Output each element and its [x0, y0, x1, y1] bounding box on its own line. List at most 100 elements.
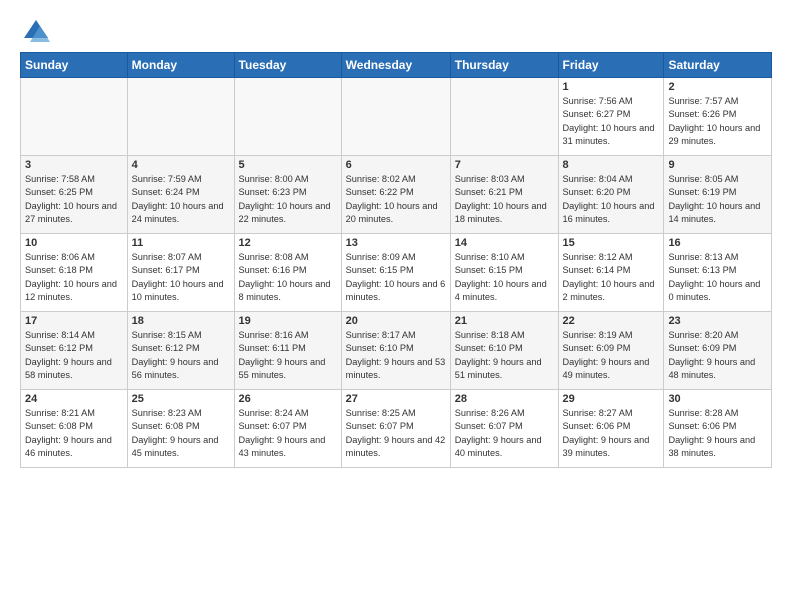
- day-cell: 5 Sunrise: 8:00 AM Sunset: 6:23 PM Daylig…: [234, 156, 341, 234]
- day-info: Sunrise: 8:23 AM Sunset: 6:08 PM Dayligh…: [132, 407, 230, 460]
- day-cell: 14 Sunrise: 8:10 AM Sunset: 6:15 PM Dayli…: [450, 234, 558, 312]
- day-number: 6: [346, 159, 446, 171]
- day-info: Sunrise: 8:03 AM Sunset: 6:21 PM Dayligh…: [455, 173, 554, 226]
- day-number: 7: [455, 159, 554, 171]
- day-info: Sunrise: 7:56 AM Sunset: 6:27 PM Dayligh…: [563, 95, 660, 148]
- day-info: Sunrise: 8:14 AM Sunset: 6:12 PM Dayligh…: [25, 329, 123, 382]
- day-number: 17: [25, 315, 123, 327]
- header: [20, 18, 772, 46]
- day-info: Sunrise: 8:08 AM Sunset: 6:16 PM Dayligh…: [239, 251, 337, 304]
- logo-icon: [22, 18, 50, 46]
- day-number: 8: [563, 159, 660, 171]
- calendar-table: SundayMondayTuesdayWednesdayThursdayFrid…: [20, 52, 772, 468]
- day-number: 10: [25, 237, 123, 249]
- day-cell: 17 Sunrise: 8:14 AM Sunset: 6:12 PM Dayli…: [21, 312, 128, 390]
- day-cell: 22 Sunrise: 8:19 AM Sunset: 6:09 PM Dayli…: [558, 312, 664, 390]
- day-info: Sunrise: 8:02 AM Sunset: 6:22 PM Dayligh…: [346, 173, 446, 226]
- day-number: 2: [668, 81, 767, 93]
- weekday-header-tuesday: Tuesday: [234, 53, 341, 78]
- weekday-header-sunday: Sunday: [21, 53, 128, 78]
- day-cell: [450, 78, 558, 156]
- day-cell: [341, 78, 450, 156]
- weekday-header-friday: Friday: [558, 53, 664, 78]
- day-cell: 28 Sunrise: 8:26 AM Sunset: 6:07 PM Dayli…: [450, 390, 558, 468]
- day-cell: 19 Sunrise: 8:16 AM Sunset: 6:11 PM Dayli…: [234, 312, 341, 390]
- day-cell: 13 Sunrise: 8:09 AM Sunset: 6:15 PM Dayli…: [341, 234, 450, 312]
- weekday-header-thursday: Thursday: [450, 53, 558, 78]
- day-info: Sunrise: 8:17 AM Sunset: 6:10 PM Dayligh…: [346, 329, 446, 382]
- day-number: 16: [668, 237, 767, 249]
- day-cell: 4 Sunrise: 7:59 AM Sunset: 6:24 PM Daylig…: [127, 156, 234, 234]
- day-info: Sunrise: 8:09 AM Sunset: 6:15 PM Dayligh…: [346, 251, 446, 304]
- page: SundayMondayTuesdayWednesdayThursdayFrid…: [0, 0, 792, 478]
- day-info: Sunrise: 8:04 AM Sunset: 6:20 PM Dayligh…: [563, 173, 660, 226]
- day-number: 26: [239, 393, 337, 405]
- day-number: 14: [455, 237, 554, 249]
- day-number: 13: [346, 237, 446, 249]
- day-cell: 3 Sunrise: 7:58 AM Sunset: 6:25 PM Daylig…: [21, 156, 128, 234]
- day-number: 20: [346, 315, 446, 327]
- logo-area: [20, 18, 50, 46]
- day-cell: 26Sunrise: 8:24 AM Sunset: 6:07 PM Dayli…: [234, 390, 341, 468]
- day-info: Sunrise: 8:27 AM Sunset: 6:06 PM Dayligh…: [563, 407, 660, 460]
- day-number: 27: [346, 393, 446, 405]
- weekday-header-row: SundayMondayTuesdayWednesdayThursdayFrid…: [21, 53, 772, 78]
- day-number: 18: [132, 315, 230, 327]
- day-number: 3: [25, 159, 123, 171]
- day-info: Sunrise: 7:59 AM Sunset: 6:24 PM Dayligh…: [132, 173, 230, 226]
- day-number: 5: [239, 159, 337, 171]
- day-info: Sunrise: 8:05 AM Sunset: 6:19 PM Dayligh…: [668, 173, 767, 226]
- day-cell: 6 Sunrise: 8:02 AM Sunset: 6:22 PM Daylig…: [341, 156, 450, 234]
- day-cell: 20 Sunrise: 8:17 AM Sunset: 6:10 PM Dayli…: [341, 312, 450, 390]
- day-info: Sunrise: 8:07 AM Sunset: 6:17 PM Dayligh…: [132, 251, 230, 304]
- day-cell: 10Sunrise: 8:06 AM Sunset: 6:18 PM Dayli…: [21, 234, 128, 312]
- day-info: Sunrise: 8:26 AM Sunset: 6:07 PM Dayligh…: [455, 407, 554, 460]
- day-info: Sunrise: 8:12 AM Sunset: 6:14 PM Dayligh…: [563, 251, 660, 304]
- day-cell: 24 Sunrise: 8:21 AM Sunset: 6:08 PM Dayli…: [21, 390, 128, 468]
- day-info: Sunrise: 8:16 AM Sunset: 6:11 PM Dayligh…: [239, 329, 337, 382]
- day-cell: 18 Sunrise: 8:15 AM Sunset: 6:12 PM Dayli…: [127, 312, 234, 390]
- day-cell: 16Sunrise: 8:13 AM Sunset: 6:13 PM Dayli…: [664, 234, 772, 312]
- week-row-1: 1 Sunrise: 7:56 AM Sunset: 6:27 PM Daylig…: [21, 78, 772, 156]
- day-number: 25: [132, 393, 230, 405]
- day-info: Sunrise: 8:25 AM Sunset: 6:07 PM Dayligh…: [346, 407, 446, 460]
- day-number: 24: [25, 393, 123, 405]
- day-cell: 29 Sunrise: 8:27 AM Sunset: 6:06 PM Dayli…: [558, 390, 664, 468]
- day-number: 22: [563, 315, 660, 327]
- day-number: 28: [455, 393, 554, 405]
- day-cell: 11 Sunrise: 8:07 AM Sunset: 6:17 PM Dayli…: [127, 234, 234, 312]
- day-info: Sunrise: 8:00 AM Sunset: 6:23 PM Dayligh…: [239, 173, 337, 226]
- day-info: Sunrise: 8:15 AM Sunset: 6:12 PM Dayligh…: [132, 329, 230, 382]
- day-cell: 27 Sunrise: 8:25 AM Sunset: 6:07 PM Dayli…: [341, 390, 450, 468]
- day-number: 12: [239, 237, 337, 249]
- day-number: 11: [132, 237, 230, 249]
- week-row-5: 24 Sunrise: 8:21 AM Sunset: 6:08 PM Dayli…: [21, 390, 772, 468]
- day-number: 30: [668, 393, 767, 405]
- day-number: 29: [563, 393, 660, 405]
- day-number: 9: [668, 159, 767, 171]
- day-cell: 25 Sunrise: 8:23 AM Sunset: 6:08 PM Dayli…: [127, 390, 234, 468]
- day-number: 15: [563, 237, 660, 249]
- weekday-header-wednesday: Wednesday: [341, 53, 450, 78]
- day-number: 23: [668, 315, 767, 327]
- day-info: Sunrise: 8:18 AM Sunset: 6:10 PM Dayligh…: [455, 329, 554, 382]
- week-row-2: 3 Sunrise: 7:58 AM Sunset: 6:25 PM Daylig…: [21, 156, 772, 234]
- day-cell: 23Sunrise: 8:20 AM Sunset: 6:09 PM Dayli…: [664, 312, 772, 390]
- day-info: Sunrise: 7:58 AM Sunset: 6:25 PM Dayligh…: [25, 173, 123, 226]
- day-info: Sunrise: 7:57 AM Sunset: 6:26 PM Dayligh…: [668, 95, 767, 148]
- day-cell: 12 Sunrise: 8:08 AM Sunset: 6:16 PM Dayli…: [234, 234, 341, 312]
- day-number: 19: [239, 315, 337, 327]
- day-info: Sunrise: 8:21 AM Sunset: 6:08 PM Dayligh…: [25, 407, 123, 460]
- day-info: Sunrise: 8:28 AM Sunset: 6:06 PM Dayligh…: [668, 407, 767, 460]
- day-number: 4: [132, 159, 230, 171]
- day-cell: 7 Sunrise: 8:03 AM Sunset: 6:21 PM Daylig…: [450, 156, 558, 234]
- day-number: 1: [563, 81, 660, 93]
- day-info: Sunrise: 8:10 AM Sunset: 6:15 PM Dayligh…: [455, 251, 554, 304]
- day-cell: [234, 78, 341, 156]
- day-number: 21: [455, 315, 554, 327]
- weekday-header-monday: Monday: [127, 53, 234, 78]
- day-cell: 15 Sunrise: 8:12 AM Sunset: 6:14 PM Dayli…: [558, 234, 664, 312]
- day-info: Sunrise: 8:19 AM Sunset: 6:09 PM Dayligh…: [563, 329, 660, 382]
- day-cell: [21, 78, 128, 156]
- day-cell: 8 Sunrise: 8:04 AM Sunset: 6:20 PM Daylig…: [558, 156, 664, 234]
